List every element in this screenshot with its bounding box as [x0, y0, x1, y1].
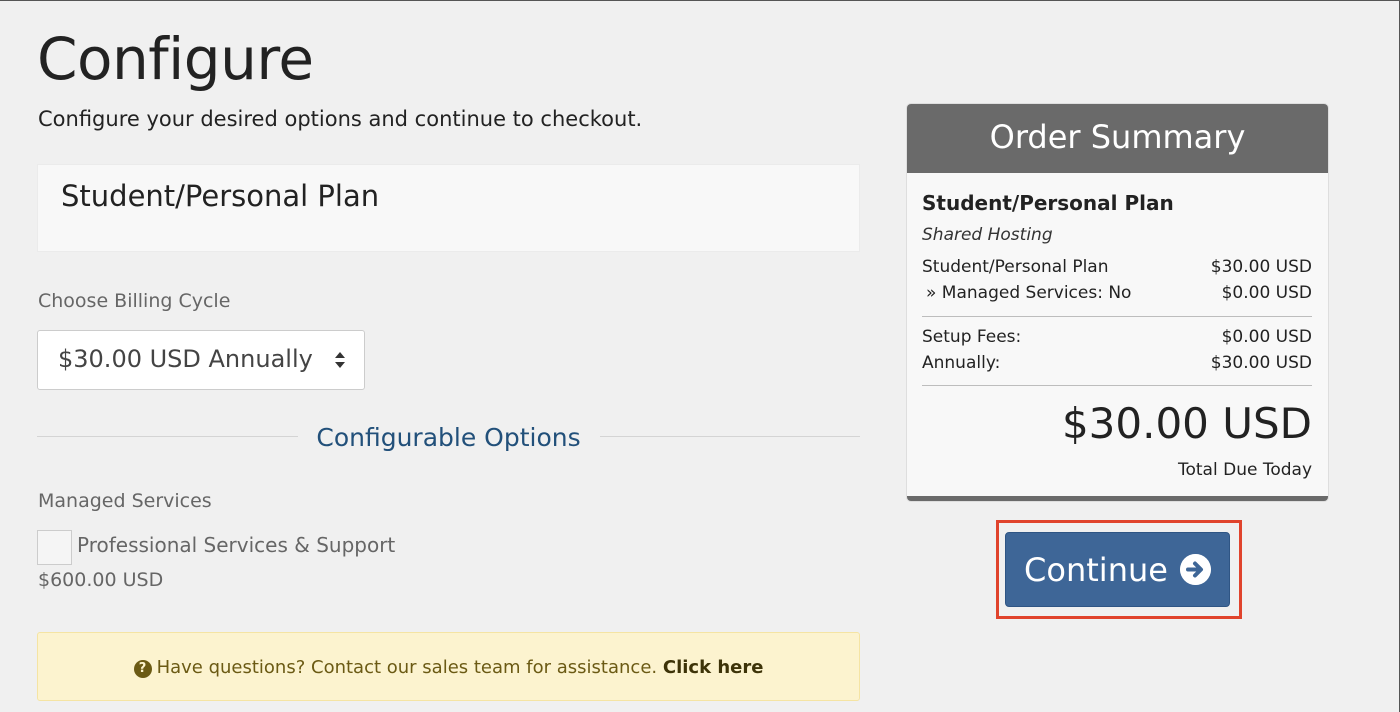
- summary-product-name: Student/Personal Plan: [922, 191, 1174, 215]
- divider-line: [600, 436, 860, 437]
- help-text: Have questions? Contact our sales team f…: [156, 657, 658, 678]
- continue-button[interactable]: Continue: [1005, 532, 1230, 607]
- summary-total-label: Total Due Today: [1178, 460, 1312, 480]
- professional-services-price: $600.00 USD: [38, 569, 164, 591]
- configurable-options-divider: Configurable Options: [37, 421, 860, 457]
- professional-services-checkbox[interactable]: [37, 530, 72, 565]
- summary-product-group: Shared Hosting: [922, 225, 1053, 245]
- billing-cycle-select[interactable]: $30.00 USD Annually: [37, 330, 365, 390]
- professional-services-label[interactable]: Professional Services & Support: [77, 533, 395, 557]
- page-subtitle: Configure your desired options and conti…: [38, 107, 643, 131]
- configurable-options-title: Configurable Options: [316, 423, 581, 452]
- continue-button-label: Continue: [1024, 550, 1168, 589]
- summary-fee-value: $0.00 USD: [1221, 327, 1312, 347]
- summary-line-label: » Managed Services: No: [926, 283, 1132, 303]
- product-name: Student/Personal Plan: [61, 179, 380, 213]
- order-summary-title: Order Summary: [907, 104, 1328, 173]
- summary-fee-label: Annually:: [922, 353, 1001, 373]
- summary-line-label: Student/Personal Plan: [922, 257, 1109, 277]
- summary-fee-label: Setup Fees:: [922, 327, 1022, 347]
- billing-cycle-label: Choose Billing Cycle: [38, 290, 231, 312]
- select-arrows-icon: [335, 352, 345, 368]
- sales-help-alert: ? Have questions? Contact our sales team …: [37, 632, 860, 701]
- summary-fee-row: Setup Fees: $0.00 USD: [922, 327, 1312, 347]
- summary-fee-row: Annually: $30.00 USD: [922, 353, 1312, 373]
- managed-services-label: Managed Services: [38, 490, 212, 512]
- order-summary-panel: Order Summary Student/Personal Plan Shar…: [907, 104, 1328, 501]
- contact-sales-link[interactable]: Click here: [663, 657, 764, 678]
- summary-line-value: $0.00 USD: [1221, 283, 1312, 303]
- question-circle-icon: ?: [133, 660, 152, 678]
- summary-divider: [922, 385, 1312, 386]
- summary-line-item: » Managed Services: No $0.00 USD: [922, 283, 1312, 303]
- summary-divider: [922, 316, 1312, 317]
- page-title: Configure: [37, 25, 314, 93]
- summary-total-amount: $30.00 USD: [1061, 399, 1312, 448]
- arrow-circle-right-icon: [1179, 554, 1211, 585]
- billing-cycle-value: $30.00 USD Annually: [58, 345, 313, 373]
- summary-fee-value: $30.00 USD: [1210, 353, 1312, 373]
- summary-line-item: Student/Personal Plan $30.00 USD: [922, 257, 1312, 277]
- summary-line-value: $30.00 USD: [1210, 257, 1312, 277]
- product-info-panel: Student/Personal Plan: [37, 164, 860, 252]
